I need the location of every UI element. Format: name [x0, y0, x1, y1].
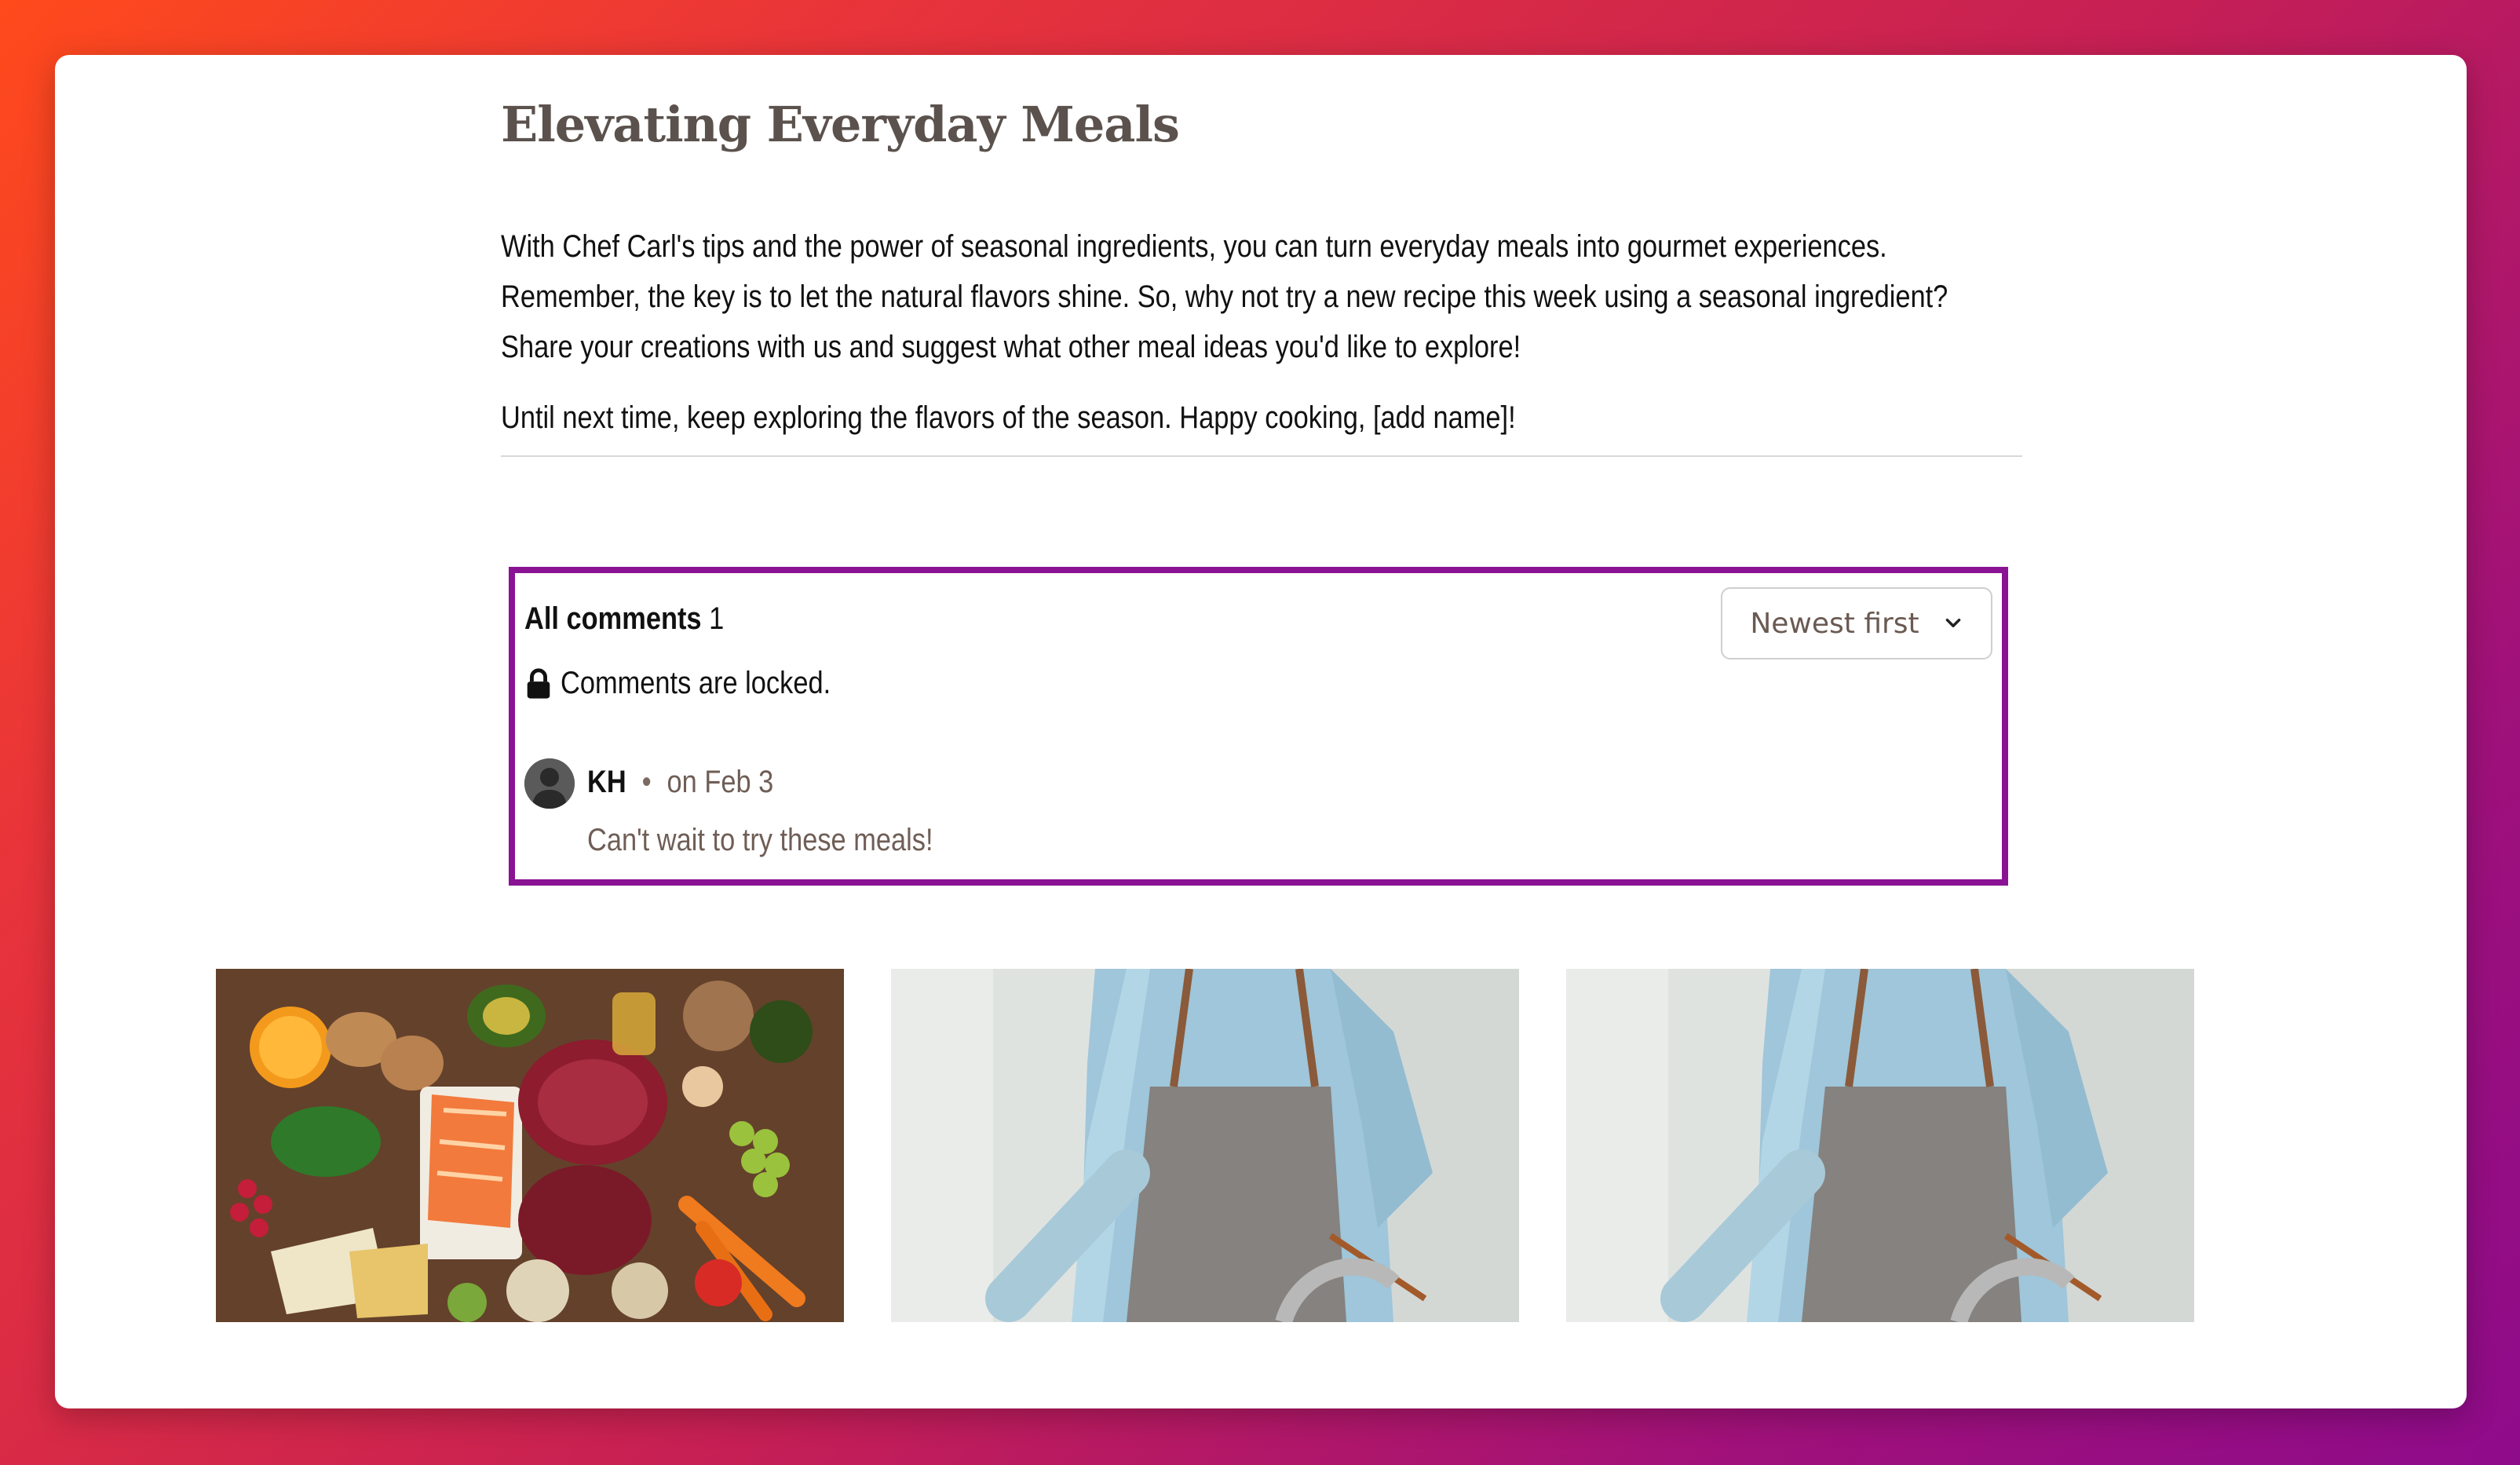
related-post-image-chef[interactable]: [891, 969, 1519, 1322]
related-post-image-food[interactable]: [216, 969, 844, 1322]
related-post-image-chef-2[interactable]: [1566, 969, 2194, 1322]
chef-apron-image: [891, 969, 1519, 1322]
related-posts: [0, 0, 2520, 1465]
food-ingredients-image: [216, 969, 844, 1322]
chef-apron-image: [1566, 969, 2194, 1322]
